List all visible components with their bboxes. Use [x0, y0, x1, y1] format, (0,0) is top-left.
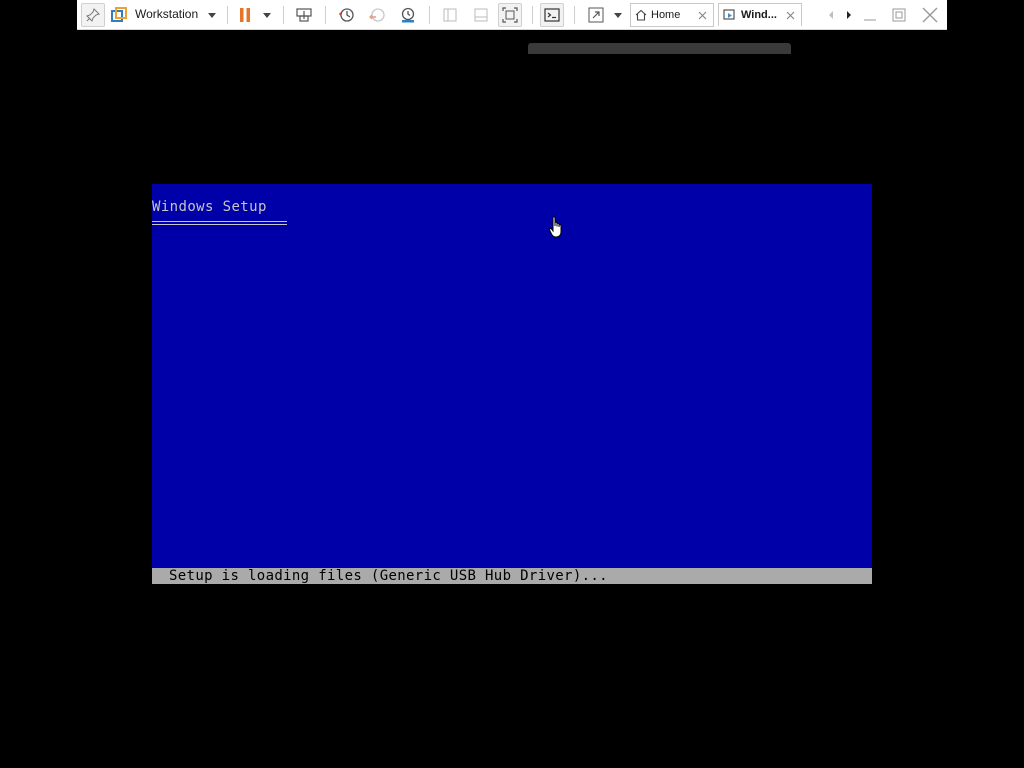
minimize-button[interactable] [859, 3, 881, 27]
toolbar-separator [574, 6, 575, 24]
vm-icon [723, 8, 735, 20]
tab-home-label: Home [651, 9, 681, 21]
tab-windows-vm-label: Wind... [741, 8, 777, 21]
chevron-down-icon [614, 12, 622, 18]
pin-icon [86, 8, 100, 22]
chevron-left-icon [829, 11, 833, 19]
tab-scroll-left-button[interactable] [825, 3, 837, 27]
vmware-logo-icon [111, 7, 127, 22]
tab-home[interactable]: Home [630, 3, 714, 27]
snapshot-icon [339, 8, 354, 22]
snapshot-manager-button[interactable] [397, 3, 419, 27]
vm-toolbar: Workstation Home Wind... [77, 0, 947, 30]
tab-home-close-button[interactable] [695, 8, 709, 22]
view-menu-dropdown[interactable] [612, 3, 624, 27]
setup-title: Windows Setup [152, 199, 267, 215]
full-screen-button[interactable] [585, 3, 607, 27]
restore-button[interactable] [888, 3, 910, 27]
chevron-down-icon [208, 12, 216, 18]
snapshot-manager-icon [401, 7, 415, 23]
library-icon [443, 8, 457, 22]
setup-status-text: Setup is loading files (Generic USB Hub … [169, 568, 608, 584]
setup-status-bar: Setup is loading files (Generic USB Hub … [152, 568, 872, 584]
workstation-menu-dropdown[interactable] [206, 3, 218, 27]
toolbar-separator [325, 6, 326, 24]
send-keys-icon [296, 8, 312, 22]
close-icon [922, 7, 938, 23]
chevron-down-icon [263, 12, 271, 18]
fullscreen-icon [588, 7, 604, 23]
show-thumbnail-bar-button[interactable] [470, 3, 492, 27]
vmware-window: Workstation Home Wind... Windows Setup S… [0, 0, 1024, 768]
close-icon [786, 11, 794, 19]
show-library-button[interactable] [439, 3, 461, 27]
pause-icon [240, 8, 250, 22]
revert-snapshot-icon [369, 8, 385, 22]
toolbar-separator [532, 6, 533, 24]
workstation-menu-label[interactable]: Workstation [135, 6, 198, 22]
tab-scroll-right-button[interactable] [843, 3, 855, 27]
close-icon [698, 11, 706, 19]
tab-windows-vm-close-button[interactable] [783, 8, 797, 22]
power-menu-dropdown[interactable] [261, 3, 273, 27]
toolbar-separator [283, 6, 284, 24]
fit-guest-button[interactable] [498, 3, 522, 27]
take-snapshot-button[interactable] [335, 3, 357, 27]
toolbar-separator [429, 6, 430, 24]
home-icon [635, 9, 647, 21]
hand-cursor-icon [548, 216, 562, 238]
vmware-logo [109, 3, 129, 27]
setup-title-underline [152, 221, 287, 225]
thumbnail-bar-icon [474, 8, 488, 22]
toolbar-separator [227, 6, 228, 24]
send-ctrl-alt-del-button[interactable] [293, 3, 315, 27]
tab-windows-vm[interactable]: Wind... [718, 3, 802, 27]
pause-button[interactable] [235, 3, 255, 27]
minimize-icon [864, 19, 876, 21]
fit-guest-icon [502, 7, 518, 23]
guest-screen[interactable]: Windows Setup Setup is loading files (Ge… [152, 184, 872, 584]
close-window-button[interactable] [919, 3, 941, 27]
console-icon [544, 8, 560, 22]
console-view-button[interactable] [540, 3, 564, 27]
restore-icon [892, 8, 906, 22]
chevron-right-icon [847, 11, 851, 19]
revert-snapshot-button[interactable] [366, 3, 388, 27]
pin-button[interactable] [81, 3, 105, 27]
full-screen-notch-bar[interactable] [528, 43, 791, 54]
